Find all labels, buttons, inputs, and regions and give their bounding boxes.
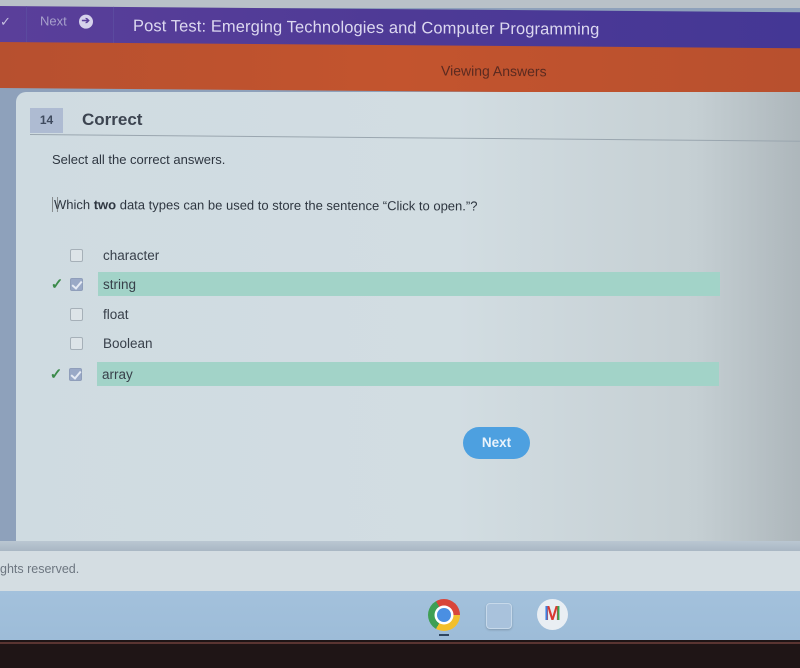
answer-checkbox[interactable] <box>70 248 83 262</box>
header-next-label: Next <box>40 13 67 29</box>
files-icon[interactable] <box>486 603 512 629</box>
check-icon: ✓ <box>0 14 11 30</box>
question-result-label: Correct <box>82 110 143 129</box>
answer-checkbox[interactable] <box>70 336 83 350</box>
answer-label: string <box>98 272 720 296</box>
footer-divider <box>0 541 800 551</box>
answer-checkbox[interactable] <box>70 307 83 321</box>
answer-checkbox[interactable] <box>69 367 82 381</box>
header-divider <box>26 6 27 47</box>
question-instruction: Select all the correct answers. <box>52 152 226 167</box>
chrome-icon[interactable] <box>428 599 460 631</box>
question-number-badge: 14 <box>30 108 63 133</box>
page-footer: ghts reserved. <box>0 551 800 591</box>
answer-option[interactable]: float <box>48 302 720 326</box>
screen-bezel <box>0 640 800 668</box>
correct-check-icon: ✓ <box>49 366 63 383</box>
answer-checkbox[interactable] <box>70 277 83 291</box>
answer-label: float <box>103 306 129 322</box>
answer-option[interactable]: ✓ array <box>47 362 719 386</box>
text-cursor-icon <box>51 197 59 213</box>
answer-label: array <box>97 362 719 386</box>
gmail-icon-glyph: M <box>544 603 561 625</box>
bezel-edge <box>0 642 800 644</box>
chrome-active-indicator <box>439 634 449 636</box>
header-next-button[interactable]: Next ➔ <box>40 13 93 29</box>
question-text-bold: two <box>93 197 117 213</box>
chrome-icon-center <box>437 608 451 622</box>
question-text-after: data types can be used to store the sent… <box>116 197 478 214</box>
answer-option[interactable]: ✓ string <box>48 272 720 296</box>
answer-label: character <box>103 247 160 263</box>
question-text-before: Which <box>53 197 94 213</box>
question-text: Which two data types can be used to stor… <box>51 197 478 214</box>
status-bar: Viewing Answers <box>0 42 800 95</box>
next-button[interactable]: Next <box>463 427 530 459</box>
os-taskbar: M <box>0 591 800 640</box>
gmail-icon[interactable]: M <box>537 599 568 630</box>
viewing-answers-label: Viewing Answers <box>441 62 547 80</box>
answer-option[interactable]: character <box>48 243 720 267</box>
answer-label: Boolean <box>103 335 153 351</box>
header-divider <box>113 6 114 47</box>
answer-option[interactable]: Boolean <box>48 331 720 355</box>
test-title: Post Test: Emerging Technologies and Com… <box>133 17 600 39</box>
correct-check-icon: ✓ <box>50 276 64 293</box>
arrow-right-circle-icon: ➔ <box>78 14 93 29</box>
copyright-text: ghts reserved. <box>0 562 80 576</box>
